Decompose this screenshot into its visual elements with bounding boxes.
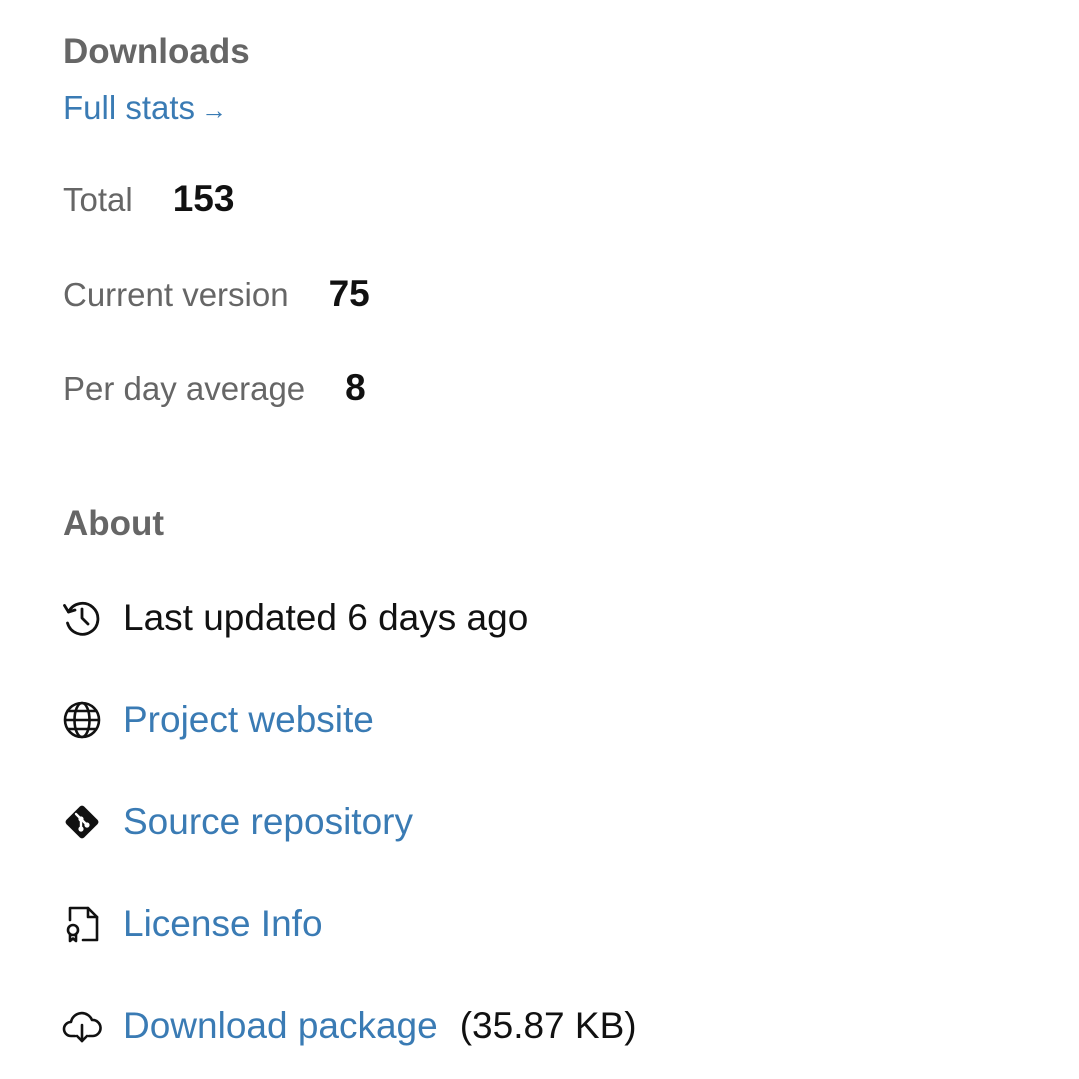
download-package-row: Download package (35.87 KB) bbox=[61, 1004, 637, 1048]
downloads-heading: Downloads bbox=[63, 32, 250, 71]
stat-per-day-average: Per day average 8 bbox=[63, 369, 366, 406]
history-icon bbox=[61, 597, 103, 639]
globe-icon bbox=[61, 699, 103, 741]
project-website-row: Project website bbox=[61, 698, 374, 742]
source-repository-link[interactable]: Source repository bbox=[123, 801, 413, 843]
license-file-icon bbox=[61, 903, 103, 945]
arrow-right-icon: → bbox=[201, 95, 228, 125]
license-info-row: License Info bbox=[61, 902, 323, 946]
stat-current-version-value: 75 bbox=[328, 273, 370, 314]
license-info-link[interactable]: License Info bbox=[123, 903, 323, 945]
project-website-link[interactable]: Project website bbox=[123, 699, 374, 741]
source-repository-row: Source repository bbox=[61, 800, 413, 844]
download-package-link[interactable]: Download package bbox=[123, 1005, 438, 1047]
stat-current-version-label: Current version bbox=[63, 276, 289, 313]
package-size: (35.87 KB) bbox=[459, 1005, 637, 1046]
full-stats-label: Full stats bbox=[63, 89, 196, 126]
about-heading: About bbox=[63, 504, 165, 543]
full-stats-link[interactable]: Full stats → bbox=[63, 91, 227, 124]
cloud-download-icon bbox=[61, 1005, 103, 1047]
stat-current-version: Current version 75 bbox=[63, 275, 370, 312]
last-updated-row: Last updated 6 days ago bbox=[61, 596, 528, 640]
stat-per-day-average-label: Per day average bbox=[63, 370, 306, 407]
git-icon bbox=[61, 801, 103, 843]
stat-total-value: 153 bbox=[172, 178, 235, 219]
stat-total: Total 153 bbox=[63, 180, 234, 217]
last-updated-text: Last updated 6 days ago bbox=[123, 597, 529, 638]
stat-per-day-average-value: 8 bbox=[345, 367, 366, 408]
stat-total-label: Total bbox=[63, 181, 133, 218]
